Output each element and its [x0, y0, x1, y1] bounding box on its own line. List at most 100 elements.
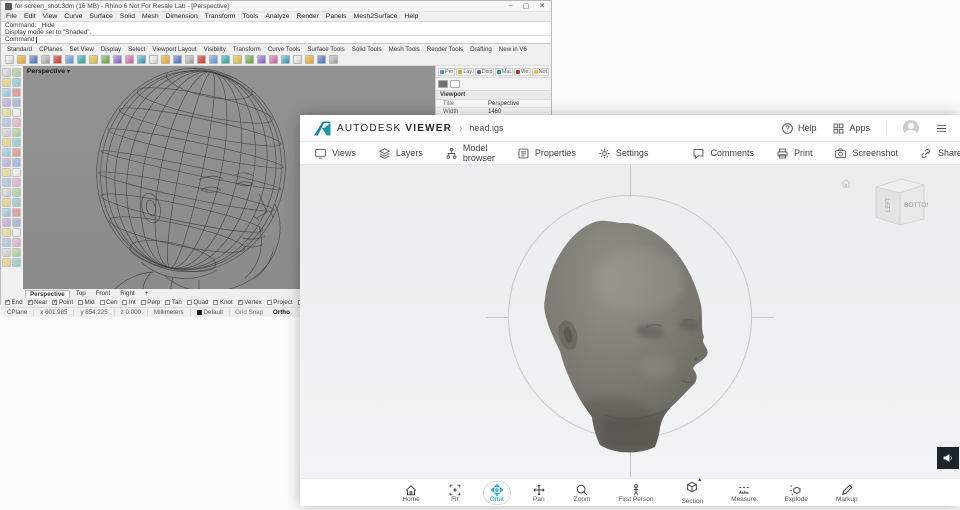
- sidebar-tool-icon[interactable]: [12, 88, 21, 97]
- panel-tab-view[interactable]: Vie...: [514, 68, 531, 76]
- sidebar-tool-icon[interactable]: [12, 258, 21, 267]
- toolbar-tab-display[interactable]: Display: [101, 46, 121, 53]
- properties-button[interactable]: Properties: [517, 147, 576, 160]
- menu-mesh2surface[interactable]: Mesh2Surface: [354, 13, 398, 20]
- close-button[interactable]: ✕: [539, 2, 545, 10]
- menu-mesh[interactable]: Mesh: [142, 13, 159, 20]
- sidebar-tool-icon[interactable]: [2, 258, 11, 267]
- panel-tab-materials[interactable]: Mat...: [495, 68, 513, 76]
- toolbar-tab-drafting[interactable]: Drafting: [470, 46, 492, 53]
- hamburger-menu-button[interactable]: [935, 122, 948, 135]
- toolbar-tab-surface-tools[interactable]: Surface Tools: [307, 46, 344, 53]
- sidebar-tool-icon[interactable]: [12, 158, 21, 167]
- osnap-quad[interactable]: Quad: [187, 299, 209, 306]
- toolbar-tab-standard[interactable]: Standard: [7, 46, 32, 53]
- sidebar-tool-icon[interactable]: [12, 148, 21, 157]
- viewport-tab-top[interactable]: Top: [72, 290, 90, 297]
- viewport-tab-perspective[interactable]: Perspective: [25, 290, 70, 298]
- viewcube-bottom-label[interactable]: BOTTOM: [904, 202, 928, 209]
- sidebar-tool-icon[interactable]: [12, 118, 21, 127]
- sidebar-tool-icon[interactable]: [12, 168, 21, 177]
- toolbar-icon[interactable]: [173, 55, 182, 64]
- tool-fit[interactable]: Fit: [441, 481, 469, 505]
- chevron-down-icon[interactable]: ▾: [67, 69, 70, 75]
- command-input[interactable]: Command: [1, 36, 551, 44]
- osnap-knot[interactable]: Knot: [213, 299, 232, 306]
- viewcube-left-label[interactable]: LEFT: [886, 197, 892, 212]
- sidebar-tool-icon[interactable]: [2, 98, 11, 107]
- toolbar-icon[interactable]: [89, 55, 98, 64]
- osnap-project[interactable]: Project: [267, 299, 293, 306]
- feedback-button[interactable]: [937, 447, 959, 469]
- menu-surface[interactable]: Surface: [89, 13, 112, 20]
- menu-view[interactable]: View: [43, 13, 58, 20]
- sidebar-tool-icon[interactable]: [12, 98, 21, 107]
- viewport-tab-front[interactable]: Front: [92, 290, 114, 297]
- toolbar-icon[interactable]: [233, 55, 242, 64]
- sidebar-tool-icon[interactable]: [2, 118, 11, 127]
- toolbar-icon[interactable]: [293, 55, 302, 64]
- osnap-int[interactable]: Int: [122, 299, 135, 306]
- osnap-vertex[interactable]: Vertex: [238, 299, 262, 306]
- osnap-near[interactable]: Near: [28, 299, 48, 306]
- sidebar-tool-icon[interactable]: [12, 188, 21, 197]
- toolbar-tab-transform[interactable]: Transform: [233, 46, 261, 53]
- maximize-button[interactable]: ▢: [523, 2, 530, 10]
- toolbar-icon[interactable]: [125, 55, 134, 64]
- minimize-button[interactable]: –: [509, 2, 513, 10]
- sidebar-tool-icon[interactable]: [2, 168, 11, 177]
- toolbar-icon[interactable]: [5, 55, 14, 64]
- toolbar-tab-set-view[interactable]: Set View: [70, 46, 94, 53]
- toolbar-tab-curve-tools[interactable]: Curve Tools: [268, 46, 301, 53]
- screenshot-button[interactable]: Screenshot: [834, 147, 898, 160]
- sidebar-tool-icon[interactable]: [2, 248, 11, 257]
- units-indicator[interactable]: Millimeters: [148, 309, 191, 316]
- tool-first-person[interactable]: First Person: [611, 481, 660, 505]
- rhino-titlebar[interactable]: for screen_shot.3dm (16 MB) - Rhino 6 No…: [1, 1, 551, 12]
- sidebar-tool-icon[interactable]: [12, 218, 21, 227]
- toolbar-icon[interactable]: [101, 55, 110, 64]
- sidebar-tool-icon[interactable]: [12, 138, 21, 147]
- panel-tab-notes[interactable]: Not...: [532, 68, 549, 76]
- osnap-cen[interactable]: Cen: [100, 299, 118, 306]
- sidebar-tool-icon[interactable]: [12, 128, 21, 137]
- menu-transform[interactable]: Transform: [205, 13, 236, 20]
- tool-explode[interactable]: Explode: [777, 481, 815, 505]
- toolbar-tab-mesh-tools[interactable]: Mesh Tools: [389, 46, 420, 53]
- osnap-tan[interactable]: Tan: [165, 299, 181, 306]
- toolbar-tab-viewport-layout[interactable]: Viewport Layout: [152, 46, 196, 53]
- toolbar-icon[interactable]: [65, 55, 74, 64]
- sidebar-tool-icon[interactable]: [2, 138, 11, 147]
- shaded-head-model[interactable]: [530, 215, 730, 460]
- tool-home[interactable]: Home: [395, 481, 426, 505]
- toolbar-tab-select[interactable]: Select: [128, 46, 145, 53]
- menu-render[interactable]: Render: [297, 13, 319, 20]
- sidebar-tool-icon[interactable]: [2, 178, 11, 187]
- sidebar-tool-icon[interactable]: [2, 68, 11, 77]
- toolbar-icon[interactable]: [197, 55, 206, 64]
- toolbar-icon[interactable]: [137, 55, 146, 64]
- sidebar-tool-icon[interactable]: [2, 228, 11, 237]
- sidebar-tool-icon[interactable]: [12, 248, 21, 257]
- sidebar-tool-icon[interactable]: [2, 218, 11, 227]
- tool-orbit[interactable]: Orbit: [483, 481, 511, 505]
- panel-tab-properties[interactable]: Pro...: [438, 68, 455, 76]
- toolbar-icon[interactable]: [149, 55, 158, 64]
- sidebar-tool-icon[interactable]: [2, 78, 11, 87]
- autodesk-brand[interactable]: AUTODESK VIEWER: [314, 121, 452, 136]
- menu-edit[interactable]: Edit: [24, 13, 36, 20]
- viewcube[interactable]: LEFT BOTTOM: [868, 175, 948, 229]
- viewcube-home-icon[interactable]: [840, 177, 852, 189]
- sidebar-tool-icon[interactable]: [12, 208, 21, 217]
- sidebar-tool-icon[interactable]: [2, 188, 11, 197]
- viewport-tab-add[interactable]: +: [141, 290, 153, 297]
- sidebar-tool-icon[interactable]: [12, 78, 21, 87]
- toolbar-tab-cplanes[interactable]: CPlanes: [39, 46, 62, 53]
- toolbar-icon[interactable]: [245, 55, 254, 64]
- toolbar-icon[interactable]: [77, 55, 86, 64]
- toggle-ortho[interactable]: Ortho: [268, 309, 295, 316]
- toolbar-icon[interactable]: [185, 55, 194, 64]
- model-browser-button[interactable]: Model browser: [445, 143, 495, 163]
- toolbar-tab-new-in-v6[interactable]: New in V6: [499, 46, 527, 53]
- menu-curve[interactable]: Curve: [64, 13, 82, 20]
